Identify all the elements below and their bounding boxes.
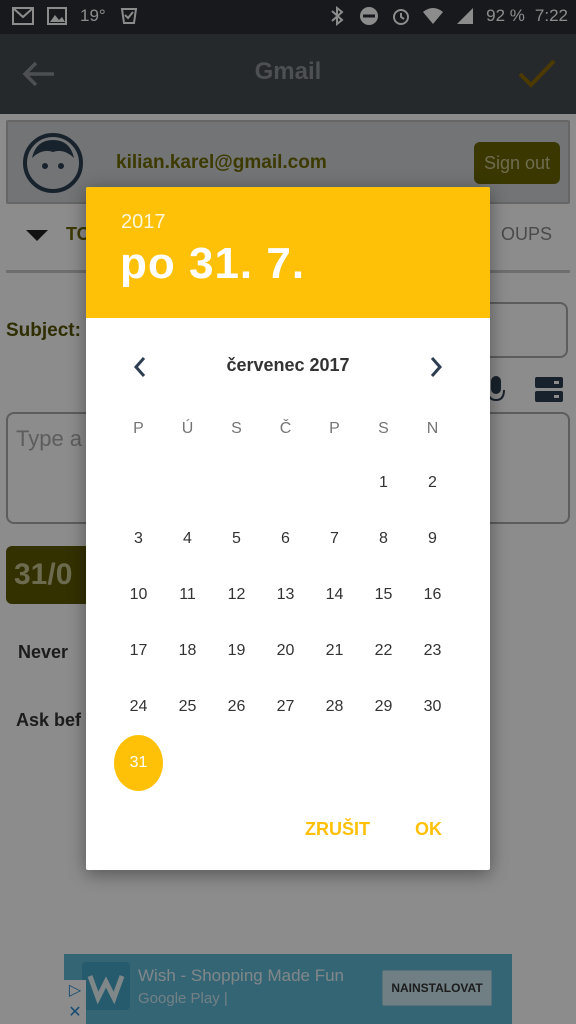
calendar-day-number: 27: [276, 698, 295, 715]
weekday-label: S: [378, 420, 389, 437]
calendar-day[interactable]: 26: [212, 679, 261, 735]
weekday-header: P Ú S Č P S N: [114, 420, 457, 438]
calendar-day-number: 29: [374, 698, 393, 715]
calendar-day[interactable]: 28: [310, 679, 359, 735]
calendar-day[interactable]: 10: [114, 567, 163, 623]
calendar-day[interactable]: 9: [408, 511, 457, 567]
calendar-day-number: 20: [276, 642, 295, 659]
calendar-day-number: 26: [227, 698, 246, 715]
calendar-day[interactable]: 25: [163, 679, 212, 735]
calendar-day-number: 30: [423, 698, 442, 715]
calendar-day-number: 7: [330, 530, 339, 547]
calendar-day[interactable]: 5: [212, 511, 261, 567]
calendar-day[interactable]: 11: [163, 567, 212, 623]
calendar-day-number: 13: [276, 586, 295, 603]
calendar-day-selected[interactable]: 31: [114, 735, 163, 791]
calendar-day-number: 5: [232, 530, 241, 547]
calendar-day-number: 31: [114, 735, 163, 791]
calendar-day-number: 10: [129, 586, 148, 603]
weekday-label: Ú: [181, 420, 194, 437]
calendar-blank-cell: [212, 455, 261, 511]
calendar-day-number: 15: [374, 586, 393, 603]
calendar-day[interactable]: 1: [359, 455, 408, 511]
calendar-day-number: 1: [379, 474, 388, 491]
calendar-day[interactable]: 12: [212, 567, 261, 623]
weekday-label: S: [231, 420, 242, 437]
calendar-day-number: 28: [325, 698, 344, 715]
calendar-day[interactable]: 21: [310, 623, 359, 679]
calendar-day[interactable]: 15: [359, 567, 408, 623]
calendar-day[interactable]: 27: [261, 679, 310, 735]
calendar-blank-cell: [114, 455, 163, 511]
ok-button[interactable]: OK: [415, 819, 442, 840]
calendar-day[interactable]: 23: [408, 623, 457, 679]
selected-date-display[interactable]: po 31. 7.: [120, 239, 305, 289]
date-picker-dialog: 2017 po 31. 7. červenec 2017 P Ú S Č P S…: [86, 187, 490, 870]
calendar-day-number: 18: [178, 642, 197, 659]
calendar-grid: 1 2 3 4 5 6 7 8 9 10 11 12 13 14 15 16 17 18 19 20 21 22 23 24 2…: [114, 455, 457, 791]
calendar-day[interactable]: 16: [408, 567, 457, 623]
calendar-day-number: 17: [129, 642, 148, 659]
next-month-icon[interactable]: [422, 353, 450, 381]
calendar-day[interactable]: 6: [261, 511, 310, 567]
calendar-day[interactable]: 8: [359, 511, 408, 567]
calendar-day-number: 8: [379, 530, 388, 547]
calendar-day[interactable]: 3: [114, 511, 163, 567]
calendar-day-number: 23: [423, 642, 442, 659]
calendar-day-number: 9: [428, 530, 437, 547]
calendar-day[interactable]: 14: [310, 567, 359, 623]
calendar-day-number: 6: [281, 530, 290, 547]
calendar-day-number: 11: [179, 586, 196, 603]
date-picker-header: 2017 po 31. 7.: [86, 187, 490, 318]
calendar-day-number: 3: [134, 530, 143, 547]
calendar-day-number: 4: [183, 530, 192, 547]
calendar-day-number: 25: [178, 698, 197, 715]
calendar-day[interactable]: 24: [114, 679, 163, 735]
calendar-day-number: 2: [428, 474, 437, 491]
calendar-day[interactable]: 18: [163, 623, 212, 679]
calendar-blank-cell: [163, 455, 212, 511]
calendar-day[interactable]: 20: [261, 623, 310, 679]
calendar-day-number: 19: [227, 642, 246, 659]
calendar-day[interactable]: 22: [359, 623, 408, 679]
year-selector[interactable]: 2017: [121, 211, 166, 234]
calendar-day-number: 16: [423, 586, 442, 603]
weekday-label: Č: [279, 420, 292, 437]
calendar-day[interactable]: 29: [359, 679, 408, 735]
weekday-label: P: [329, 420, 340, 437]
calendar-day-number: 21: [325, 642, 344, 659]
calendar-day[interactable]: 17: [114, 623, 163, 679]
calendar-day[interactable]: 19: [212, 623, 261, 679]
calendar-day-number: 14: [325, 586, 344, 603]
calendar-day[interactable]: 7: [310, 511, 359, 567]
calendar-blank-cell: [310, 455, 359, 511]
weekday-label: P: [133, 420, 144, 437]
weekday-label: N: [426, 420, 439, 437]
calendar-day-number: 24: [129, 698, 148, 715]
calendar-day-number: 22: [374, 642, 393, 659]
calendar-day[interactable]: 13: [261, 567, 310, 623]
calendar-day-number: 12: [227, 586, 246, 603]
calendar-day[interactable]: 2: [408, 455, 457, 511]
calendar-day[interactable]: 4: [163, 511, 212, 567]
cancel-button[interactable]: ZRUŠIT: [305, 819, 370, 840]
calendar-blank-cell: [261, 455, 310, 511]
calendar-day[interactable]: 30: [408, 679, 457, 735]
